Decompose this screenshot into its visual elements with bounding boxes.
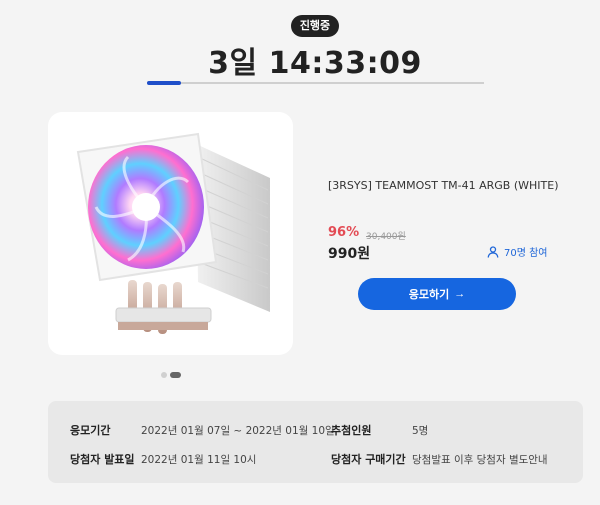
slide-dot[interactable] (161, 371, 167, 378)
event-info-box: 응모기간 2022년 01월 07일 ~ 2022년 01월 10일 추첨인원 … (48, 401, 583, 483)
discount-rate: 96% (328, 225, 360, 240)
cpu-cooler-image (76, 132, 270, 334)
sale-price: 990원 (328, 246, 371, 262)
period-label: 응모기간 (70, 424, 111, 437)
announce-value: 2022년 01월 11일 10시 (141, 454, 257, 466)
progress-bar (147, 81, 484, 85)
person-icon (487, 245, 499, 258)
slide-indicator (161, 364, 184, 383)
apply-button-label: 응모하기 (408, 289, 450, 301)
winners-value: 5명 (412, 425, 429, 437)
purchase-value: 당첨발표 이후 당첨자 별도안내 (412, 454, 548, 466)
apply-button[interactable]: 응모하기 → (358, 278, 516, 310)
product-image-card[interactable] (48, 112, 293, 355)
participant-count-text: 70명 참여 (504, 248, 548, 259)
slide-dot-active[interactable] (170, 371, 181, 378)
product-title: [3RSYS] TEAMMOST TM-41 ARGB (WHITE) (328, 179, 559, 192)
participant-count: 70명 참여 (487, 244, 548, 259)
progress-fill (147, 81, 181, 85)
original-price: 30,400원 (366, 232, 406, 242)
status-badge: 진행중 (291, 15, 339, 37)
winners-label: 추첨인원 (331, 424, 372, 437)
period-value: 2022년 01월 07일 ~ 2022년 01월 10일 (141, 425, 335, 437)
arrow-right-icon: → (454, 288, 466, 300)
announce-label: 당첨자 발표일 (70, 453, 135, 466)
purchase-label: 당첨자 구매기간 (331, 453, 406, 466)
countdown-timer: 3일 14:33:09 (208, 46, 422, 81)
